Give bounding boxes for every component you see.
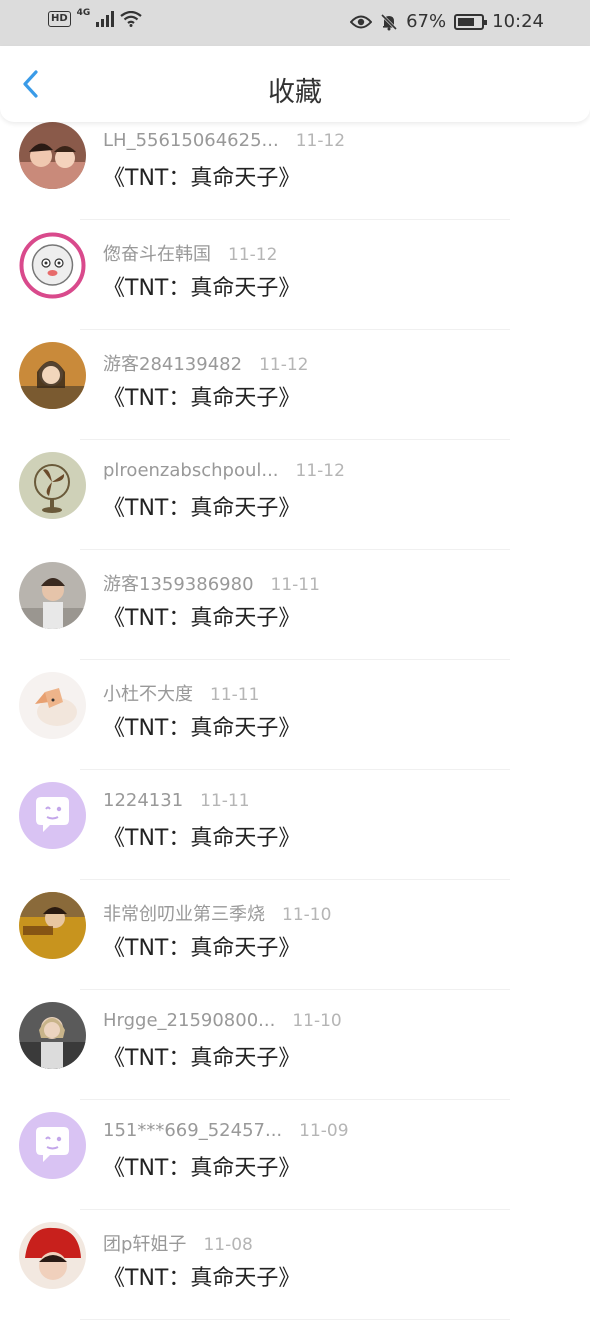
list-item[interactable]: Hrgge_21590800... 11-10 《TNT：真命天子》 xyxy=(0,990,590,1100)
list-item[interactable]: LH_55615064625... 11-12 《TNT：真命天子》 xyxy=(0,110,590,220)
list-item[interactable]: 1224131 11-11 《TNT：真命天子》 xyxy=(0,770,590,880)
username: Hrgge_21590800... xyxy=(103,1010,276,1031)
favorites-list: LH_55615064625... 11-12 《TNT：真命天子》 偬奋斗在韩… xyxy=(0,110,590,1320)
username: 1224131 xyxy=(103,790,184,811)
date: 11-11 xyxy=(270,575,320,595)
date: 11-08 xyxy=(203,1235,253,1255)
date: 11-12 xyxy=(295,131,346,151)
battery-icon xyxy=(454,13,488,30)
eye-icon xyxy=(350,15,373,28)
list-item[interactable]: 偬奋斗在韩国 11-12 《TNT：真命天子》 xyxy=(0,220,590,330)
date: 11-12 xyxy=(295,461,345,481)
username: 小杜不大度 xyxy=(103,684,193,705)
book-title: 《TNT：真命天子》 xyxy=(103,1046,301,1071)
avatar[interactable] xyxy=(19,342,86,409)
list-item[interactable]: 游客1359386980 11-11 《TNT：真命天子》 xyxy=(0,550,590,660)
date: 11-11 xyxy=(200,791,250,811)
chat-bubble-icon xyxy=(19,782,86,849)
avatar[interactable] xyxy=(19,562,86,629)
book-title: 《TNT：真命天子》 xyxy=(103,716,301,741)
username: LH_55615064625... xyxy=(103,130,279,151)
list-item[interactable]: 小杜不大度 11-11 《TNT：真命天子》 xyxy=(0,660,590,770)
avatar[interactable] xyxy=(19,672,86,739)
book-title: 《TNT：真命天子》 xyxy=(103,606,301,631)
avatar[interactable] xyxy=(19,232,86,299)
list-item[interactable]: 游客284139482 11-12 《TNT：真命天子》 xyxy=(0,330,590,440)
mute-bell-icon xyxy=(381,13,398,30)
page-title: 收藏 xyxy=(268,77,322,108)
list-item[interactable]: plroenzabschpoul... 11-12 《TNT：真命天子》 xyxy=(0,440,590,550)
avatar[interactable] xyxy=(19,1222,86,1289)
username: 151***669_52457... xyxy=(103,1120,283,1141)
avatar[interactable] xyxy=(19,452,86,519)
book-title: 《TNT：真命天子》 xyxy=(103,386,301,411)
username: 游客284139482 xyxy=(103,354,243,375)
default-avatar[interactable] xyxy=(19,1112,86,1179)
book-title: 《TNT：真命天子》 xyxy=(103,496,301,521)
date: 11-12 xyxy=(228,245,278,265)
list-item[interactable]: 非常创叨业第三季烧 11-10 《TNT：真命天子》 xyxy=(0,880,590,990)
date: 11-10 xyxy=(292,1011,342,1031)
battery-percent: 67% xyxy=(406,11,447,32)
username: 非常创叨业第三季烧 xyxy=(103,904,265,925)
username: 团p轩姐子 xyxy=(103,1234,187,1255)
date: 11-10 xyxy=(282,905,332,925)
book-title: 《TNT：真命天子》 xyxy=(103,826,301,851)
username: 游客1359386980 xyxy=(103,574,254,595)
header: 收藏 xyxy=(0,46,590,122)
avatar[interactable] xyxy=(19,1002,86,1069)
list-item[interactable]: 团p轩姐子 11-08 《TNT：真命天子》 xyxy=(0,1210,590,1320)
book-title: 《TNT：真命天子》 xyxy=(103,276,301,301)
clock: 10:24 xyxy=(492,11,544,32)
book-title: 《TNT：真命天子》 xyxy=(103,1266,301,1291)
hd-badge: HD xyxy=(48,11,71,27)
avatar[interactable] xyxy=(19,892,86,959)
chat-bubble-icon xyxy=(19,1112,86,1179)
wifi-icon xyxy=(120,11,143,27)
book-title: 《TNT：真命天子》 xyxy=(103,936,301,961)
username: plroenzabschpoul... xyxy=(103,460,279,481)
signal-icon xyxy=(96,11,115,27)
status-bar: HD 4G 67% 10:24 xyxy=(0,0,590,46)
default-avatar[interactable] xyxy=(19,782,86,849)
book-title: 《TNT：真命天子》 xyxy=(103,166,301,191)
book-title: 《TNT：真命天子》 xyxy=(103,1156,301,1181)
date: 11-09 xyxy=(299,1121,349,1141)
avatar[interactable] xyxy=(19,122,86,189)
date: 11-11 xyxy=(210,685,260,705)
network-type: 4G xyxy=(76,8,91,18)
date: 11-12 xyxy=(259,355,309,375)
list-item[interactable]: 151***669_52457... 11-09 《TNT：真命天子》 xyxy=(0,1100,590,1210)
username: 偬奋斗在韩国 xyxy=(103,244,211,265)
